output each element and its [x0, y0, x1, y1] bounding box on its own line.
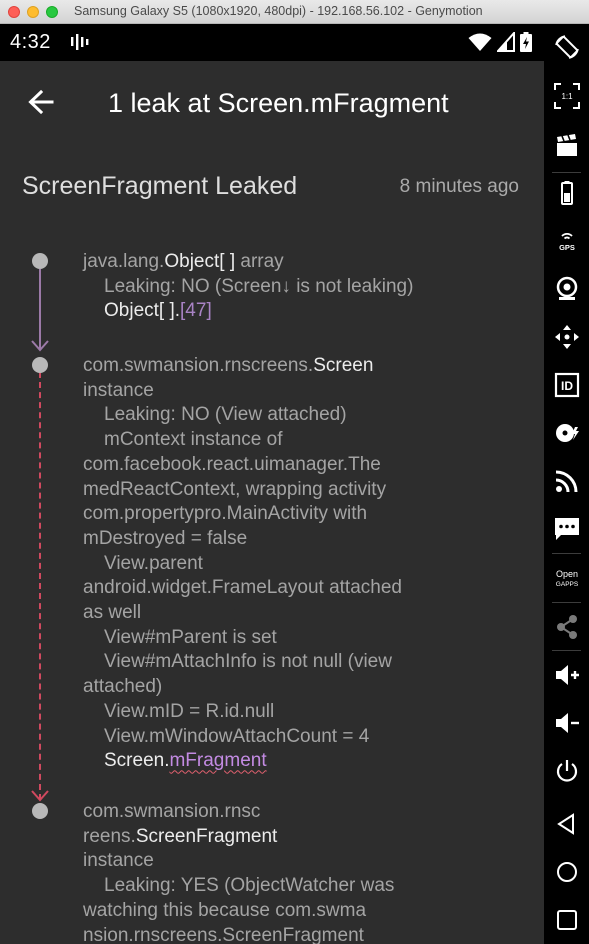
reference-index: [47]	[180, 300, 212, 322]
node-detail: attached)	[83, 676, 163, 698]
reference-name: Screen.	[104, 750, 170, 772]
node-detail: as well	[83, 602, 142, 624]
trace-connector-solid	[39, 269, 41, 349]
window-titlebar: Samsung Galaxy S5 (1080x1920, 480dpi) - …	[0, 0, 589, 24]
node-detail: android.widget.FrameLayout attached	[83, 577, 402, 599]
leaking-status: Leaking: YES (ObjectWatcher was	[104, 875, 395, 897]
cast-button[interactable]	[550, 464, 583, 497]
node-detail: View.mWindowAttachCount = 4	[104, 725, 370, 747]
svg-text:GAPPS: GAPPS	[555, 581, 578, 588]
close-window-button[interactable]	[8, 6, 20, 18]
trace-node-object-array[interactable]: java.lang.Object[ ] array Leaking: NO (S…	[83, 250, 453, 324]
trace-connector-dashed	[39, 372, 41, 800]
node-detail: com.facebook.react.uimanager.The	[83, 453, 381, 475]
emulator-toolbar: 1:1 GPS ID Open GAPPS	[544, 24, 589, 944]
trace-node-dot	[32, 803, 48, 819]
toolbar-divider	[552, 553, 581, 554]
power-button[interactable]	[550, 754, 583, 787]
window-title: Samsung Galaxy S5 (1080x1920, 480dpi) - …	[74, 4, 483, 18]
battery-button[interactable]	[550, 176, 583, 209]
emulator-window: Samsung Galaxy S5 (1080x1920, 480dpi) - …	[0, 0, 589, 944]
home-icon	[556, 861, 577, 882]
volume-down-icon	[555, 712, 579, 733]
back-icon	[556, 812, 574, 835]
open-gapps-icon: Open GAPPS	[555, 569, 578, 588]
disk-io-button[interactable]	[550, 416, 583, 449]
node-detail: View.mID = R.id.null	[104, 700, 275, 722]
reference-name: Object[ ].	[104, 300, 181, 322]
open-gapps-button[interactable]: Open GAPPS	[550, 561, 583, 594]
share-button[interactable]	[550, 610, 583, 643]
leak-trace: java.lang.Object[ ] array Leaking: NO (S…	[0, 24, 544, 944]
pixel-perfect-icon: 1:1	[553, 82, 580, 109]
cast-icon	[555, 470, 577, 492]
trace-node-dot	[32, 357, 48, 373]
node-detail: nsion.rnscreens.ScreenFragment	[83, 924, 364, 944]
device-id-button[interactable]: ID	[550, 368, 583, 401]
nav-recents-button[interactable]	[550, 903, 583, 936]
pixel-perfect-button[interactable]: 1:1	[550, 79, 583, 112]
share-icon	[556, 614, 577, 639]
node-detail: instance	[83, 850, 154, 872]
sms-button[interactable]	[550, 512, 583, 545]
svg-text:ID: ID	[561, 379, 573, 393]
node-detail: View#mAttachInfo is not null (view	[104, 651, 392, 673]
battery-icon	[560, 180, 573, 205]
rotate-icon	[554, 34, 579, 59]
recents-icon	[556, 909, 577, 930]
trace-node-screen-fragment[interactable]: com.swmansion.rnsc reens.ScreenFragment …	[83, 800, 453, 944]
trace-node-dot	[32, 253, 48, 269]
node-detail: medReactContext, wrapping activity	[83, 478, 387, 500]
node-detail: com.propertypro.MainActivity with	[83, 503, 368, 525]
trace-node-screen[interactable]: com.swmansion.rnscreens.Screen instance …	[83, 354, 453, 774]
svg-text:GPS: GPS	[559, 243, 575, 252]
volume-up-button[interactable]	[550, 658, 583, 691]
webcam-button[interactable]	[550, 272, 583, 305]
node-detail: mContext instance of	[104, 429, 283, 451]
webcam-icon	[556, 276, 577, 300]
minimize-window-button[interactable]	[27, 6, 39, 18]
node-detail: View.parent	[104, 552, 203, 574]
svg-text:1:1: 1:1	[561, 92, 573, 101]
nav-back-button[interactable]	[550, 807, 583, 840]
node-detail: instance	[83, 379, 154, 401]
capture-icon	[556, 133, 577, 156]
class-kind: array	[235, 251, 284, 272]
gps-icon: GPS	[559, 232, 575, 252]
volume-up-icon	[555, 664, 579, 685]
device-id-icon: ID	[554, 372, 579, 397]
gps-button[interactable]: GPS	[550, 224, 583, 257]
arrow-down-icon	[31, 340, 49, 352]
leaking-status: Leaking: NO (View attached)	[104, 404, 347, 426]
leaking-reference-field: mFragment	[169, 750, 267, 772]
move-icon	[554, 324, 579, 349]
class-package: com.swmansion.rnsc	[83, 801, 261, 822]
class-name: Object[ ]	[164, 251, 236, 272]
node-detail: View#mParent is set	[104, 626, 277, 648]
node-detail: mDestroyed = false	[83, 527, 248, 549]
class-package: com.swmansion.rnscreens.	[83, 355, 314, 376]
phone-screen: 4:32 1 leak at Screen.mFragment ScreenFr…	[0, 24, 544, 944]
toolbar-divider	[552, 172, 581, 173]
class-name: ScreenFragment	[135, 825, 278, 847]
move-button[interactable]	[550, 320, 583, 353]
rotate-button[interactable]	[550, 30, 583, 63]
node-detail: watching this because com.swma	[83, 899, 367, 921]
class-name: Screen	[313, 355, 374, 376]
power-icon	[556, 759, 577, 782]
toolbar-divider	[552, 602, 581, 603]
volume-down-button[interactable]	[550, 706, 583, 739]
class-package: reens.	[83, 825, 136, 847]
svg-text:Open: Open	[555, 569, 577, 579]
sms-icon	[554, 517, 579, 540]
leaking-status: Leaking: NO (Screen↓ is not leaking)	[104, 275, 414, 297]
nav-home-button[interactable]	[550, 855, 583, 888]
toolbar-divider	[552, 650, 581, 651]
disk-io-icon	[555, 423, 579, 442]
class-package: java.lang.	[83, 251, 165, 272]
capture-button[interactable]	[550, 128, 583, 161]
maximize-window-button[interactable]	[46, 6, 58, 18]
